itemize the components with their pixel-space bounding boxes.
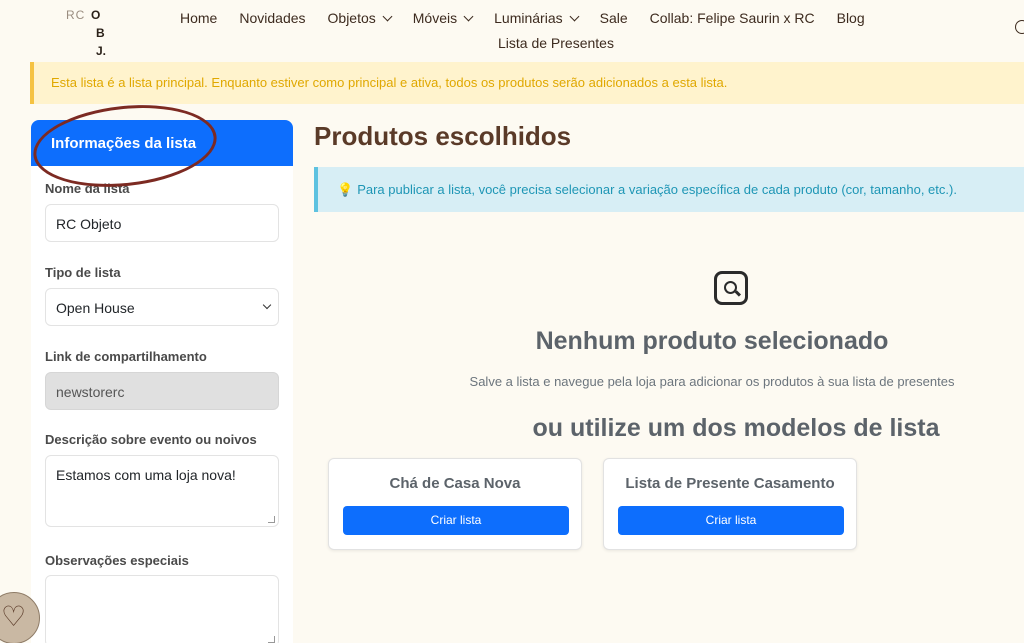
- resize-handle-icon[interactable]: [268, 636, 275, 643]
- lightbulb-icon: 💡: [337, 182, 354, 197]
- nav-item-novidades[interactable]: Novidades: [239, 10, 305, 26]
- logo-rc: RC: [66, 8, 86, 22]
- nav-item-blog[interactable]: Blog: [837, 10, 865, 26]
- logo[interactable]: RC O B J.: [66, 6, 116, 58]
- nav-item-lista-de-presentes[interactable]: Lista de Presentes: [498, 35, 614, 51]
- nav-label: Móveis: [412, 10, 458, 26]
- logo-b: B: [96, 26, 105, 40]
- nav-item-sale[interactable]: Sale: [600, 10, 628, 26]
- model-card-title: Chá de Casa Nova: [389, 475, 521, 492]
- lens-handle-shape: [734, 290, 742, 297]
- publish-info-text: Para publicar a lista, você precisa sele…: [357, 182, 957, 197]
- resize-handle-icon[interactable]: [268, 516, 275, 523]
- page-title: Produtos escolhidos: [314, 121, 572, 151]
- list-name-input[interactable]: RC Objeto: [45, 204, 279, 242]
- list-name-label: Nome da lista: [45, 181, 130, 196]
- nav-label: Home: [180, 10, 218, 26]
- list-type-value: Open House: [56, 300, 135, 316]
- list-type-select[interactable]: Open House: [45, 288, 279, 326]
- nav-item-home[interactable]: Home: [180, 10, 217, 26]
- nav-label: Luminárias: [494, 10, 563, 26]
- share-link-field: newstorerc: [45, 372, 279, 410]
- main-nav: Home Novidades Objetos Móveis Luminárias…: [180, 9, 950, 51]
- chevron-down-icon: [382, 11, 393, 21]
- empty-state-description: Salve a lista e navegue pela loja para a…: [469, 374, 955, 389]
- nav-label: Sale: [599, 10, 628, 26]
- list-info-header: Informações da lista: [31, 120, 293, 166]
- publish-info-alert: 💡 Para publicar a lista, você precisa sel…: [314, 167, 1024, 212]
- share-link-label: Link de compartilhamento: [45, 349, 207, 364]
- model-card-cha-casa-nova: Chá de Casa Nova Criar lista: [328, 458, 582, 550]
- chevron-down-icon: [463, 11, 474, 21]
- model-card-casamento: Lista de Presente Casamento Criar lista: [603, 458, 857, 550]
- nav-label: Blog: [836, 10, 865, 26]
- chevron-down-icon: [262, 300, 272, 310]
- nav-item-collab[interactable]: Collab: Felipe Saurin x RC: [650, 10, 815, 26]
- create-list-button[interactable]: Criar lista: [343, 506, 569, 535]
- nav-label: Objetos: [327, 10, 376, 26]
- logo-o: O: [91, 8, 101, 22]
- search-icon[interactable]: [1015, 20, 1024, 34]
- description-label: Descrição sobre evento ou noivos: [45, 432, 257, 447]
- create-list-button[interactable]: Criar lista: [618, 506, 844, 535]
- description-textarea[interactable]: Estamos com uma loja nova!: [45, 455, 279, 527]
- description-value: Estamos com uma loja nova!: [56, 467, 236, 483]
- main-list-alert: Esta lista é a lista principal. Enquanto…: [30, 62, 1024, 104]
- chevron-down-icon: [569, 11, 580, 21]
- notes-textarea[interactable]: [45, 575, 279, 643]
- list-type-label: Tipo de lista: [45, 265, 121, 280]
- nav-item-luminarias[interactable]: Luminárias: [494, 10, 580, 26]
- search-box-icon: [714, 271, 748, 305]
- nav-label: Lista de Presentes: [498, 35, 614, 51]
- nav-label: Novidades: [239, 10, 306, 26]
- empty-state-title: Nenhum produto selecionado: [535, 327, 889, 355]
- heart-icon: ♡: [1, 601, 27, 632]
- nav-item-objetos[interactable]: Objetos: [327, 10, 393, 26]
- models-title: ou utilize um dos modelos de lista: [532, 414, 940, 442]
- model-card-title: Lista de Presente Casamento: [625, 475, 835, 492]
- nav-item-moveis[interactable]: Móveis: [412, 10, 474, 26]
- nav-label: Collab: Felipe Saurin x RC: [649, 10, 815, 26]
- notes-label: Observações especiais: [45, 553, 189, 568]
- list-info-panel: Informações da lista Nome da lista RC Ob…: [31, 120, 293, 643]
- logo-j: J.: [96, 44, 107, 58]
